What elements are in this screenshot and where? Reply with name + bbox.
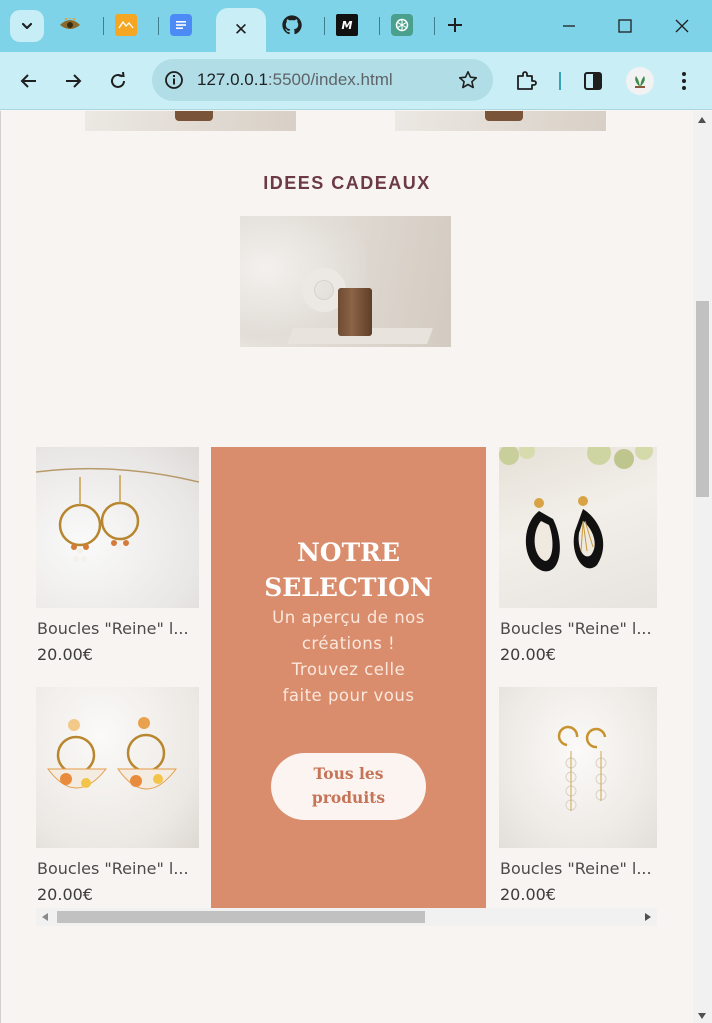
product-card[interactable]: Boucles "Reine" l... 20.00€ bbox=[499, 447, 658, 664]
orange-app-icon[interactable] bbox=[115, 14, 137, 36]
minimize-icon bbox=[563, 25, 575, 27]
github-icon[interactable] bbox=[281, 14, 303, 36]
tab-divider bbox=[324, 17, 325, 35]
tab-close-icon[interactable]: ✕ bbox=[234, 20, 248, 40]
product-name[interactable]: Boucles "Reine" l... bbox=[37, 619, 200, 638]
gift-ideas-image[interactable] bbox=[240, 216, 451, 347]
cta-label-line: produits bbox=[311, 788, 386, 807]
new-tab-button[interactable] bbox=[442, 12, 468, 38]
bookmark-star-icon[interactable] bbox=[457, 69, 479, 91]
eye-logo-icon[interactable] bbox=[59, 14, 81, 36]
product-name[interactable]: Boucles "Reine" l... bbox=[500, 859, 658, 878]
maximize-button[interactable] bbox=[610, 12, 640, 40]
all-products-button[interactable]: Tous les produits bbox=[271, 753, 426, 820]
product-card[interactable]: Boucles "Reine" l... 20.00€ bbox=[499, 687, 658, 904]
url-host: 127.0.0.1 bbox=[197, 70, 268, 89]
carousel-horizontal-scrollbar[interactable] bbox=[36, 908, 657, 926]
tab-divider bbox=[103, 17, 104, 35]
product-name[interactable]: Boucles "Reine" l... bbox=[37, 859, 200, 878]
maximize-icon bbox=[618, 19, 632, 33]
photo-candle bbox=[338, 288, 372, 336]
earring-illustration bbox=[47, 717, 178, 790]
url-text[interactable]: 127.0.0.1:5500/index.html bbox=[197, 70, 393, 90]
scroll-left-arrow-icon[interactable] bbox=[42, 913, 48, 921]
plant-avatar-icon bbox=[635, 76, 645, 88]
chatgpt-icon[interactable] bbox=[391, 14, 413, 36]
candle-shape bbox=[175, 111, 213, 121]
promo-subtitle-line: Un aperçu de nos bbox=[272, 608, 425, 627]
promo-title-line: SELECTION bbox=[264, 573, 433, 602]
scroll-down-arrow-icon[interactable] bbox=[698, 1013, 706, 1019]
category-image-cropped[interactable] bbox=[395, 111, 606, 131]
product-image[interactable] bbox=[36, 687, 199, 848]
earring-illustration bbox=[499, 447, 653, 572]
promo-subtitle-line: faite pour vous bbox=[282, 686, 415, 705]
promo-title: NOTRE SELECTION bbox=[211, 535, 486, 605]
extensions-puzzle-icon[interactable] bbox=[514, 69, 538, 93]
scrollbar-thumb[interactable] bbox=[696, 301, 709, 497]
scroll-up-arrow-icon[interactable] bbox=[698, 117, 706, 123]
arrow-right-icon bbox=[66, 74, 82, 88]
product-image[interactable] bbox=[499, 447, 657, 608]
earring-illustration bbox=[36, 467, 199, 562]
address-bar[interactable]: 127.0.0.1:5500/index.html bbox=[152, 59, 493, 101]
google-docs-icon[interactable] bbox=[170, 14, 192, 36]
promo-subtitle: Un aperçu de nos créations ! Trouvez cel… bbox=[251, 605, 446, 709]
tab-divider bbox=[434, 17, 435, 35]
toolbar-divider bbox=[559, 72, 561, 90]
site-info-icon[interactable] bbox=[162, 68, 186, 92]
minimize-button[interactable] bbox=[554, 12, 584, 40]
page-viewport: IDEES CADEAUX Boucles "Reine" l... 20.00… bbox=[0, 111, 712, 1023]
side-panel-icon[interactable] bbox=[581, 69, 605, 93]
tab-search-button[interactable] bbox=[10, 10, 44, 42]
product-name[interactable]: Boucles "Reine" l... bbox=[500, 619, 658, 638]
browser-tab-strip: ✕ M bbox=[0, 0, 712, 52]
plus-icon bbox=[448, 18, 462, 32]
active-tab[interactable]: ✕ bbox=[216, 8, 266, 52]
product-image[interactable] bbox=[36, 447, 199, 608]
back-button[interactable] bbox=[16, 68, 42, 94]
product-price: 20.00€ bbox=[37, 885, 93, 904]
medium-logo-icon[interactable]: M bbox=[336, 14, 358, 36]
section-title: IDEES CADEAUX bbox=[263, 173, 431, 193]
product-price: 20.00€ bbox=[500, 885, 556, 904]
forward-button[interactable] bbox=[60, 68, 86, 94]
scrollbar-thumb[interactable] bbox=[57, 911, 425, 923]
cta-label-line: Tous les bbox=[313, 764, 384, 783]
scroll-right-arrow-icon[interactable] bbox=[645, 913, 651, 921]
menu-kebab-icon[interactable] bbox=[672, 69, 696, 93]
page-vertical-scrollbar[interactable] bbox=[693, 111, 712, 1023]
product-card[interactable]: Boucles "Reine" l... 20.00€ bbox=[36, 447, 200, 664]
tab-divider bbox=[158, 17, 159, 35]
chevron-down-icon bbox=[21, 22, 33, 30]
reload-icon bbox=[111, 72, 125, 88]
reload-button[interactable] bbox=[105, 68, 131, 94]
tab-divider bbox=[379, 17, 380, 35]
selection-promo-block: NOTRE SELECTION Un aperçu de nos créatio… bbox=[211, 447, 486, 908]
product-card[interactable]: Boucles "Reine" l... 20.00€ bbox=[36, 687, 200, 904]
medium-logo-glyph: M bbox=[341, 18, 353, 32]
promo-subtitle-line: créations ! bbox=[301, 634, 396, 653]
close-window-button[interactable] bbox=[667, 12, 697, 40]
product-price: 20.00€ bbox=[37, 645, 93, 664]
candle-shape bbox=[485, 111, 523, 121]
profile-avatar[interactable] bbox=[626, 67, 654, 95]
arrow-left-icon bbox=[20, 74, 36, 88]
promo-title-line: NOTRE bbox=[296, 538, 401, 567]
product-price: 20.00€ bbox=[500, 645, 556, 664]
earring-illustration bbox=[557, 725, 607, 811]
close-icon bbox=[675, 19, 689, 33]
url-path: :5500/index.html bbox=[267, 70, 393, 89]
browser-toolbar: 127.0.0.1:5500/index.html bbox=[0, 52, 712, 110]
category-image-cropped[interactable] bbox=[85, 111, 296, 131]
product-image[interactable] bbox=[499, 687, 657, 848]
promo-subtitle-line: Trouvez celle bbox=[291, 660, 406, 679]
